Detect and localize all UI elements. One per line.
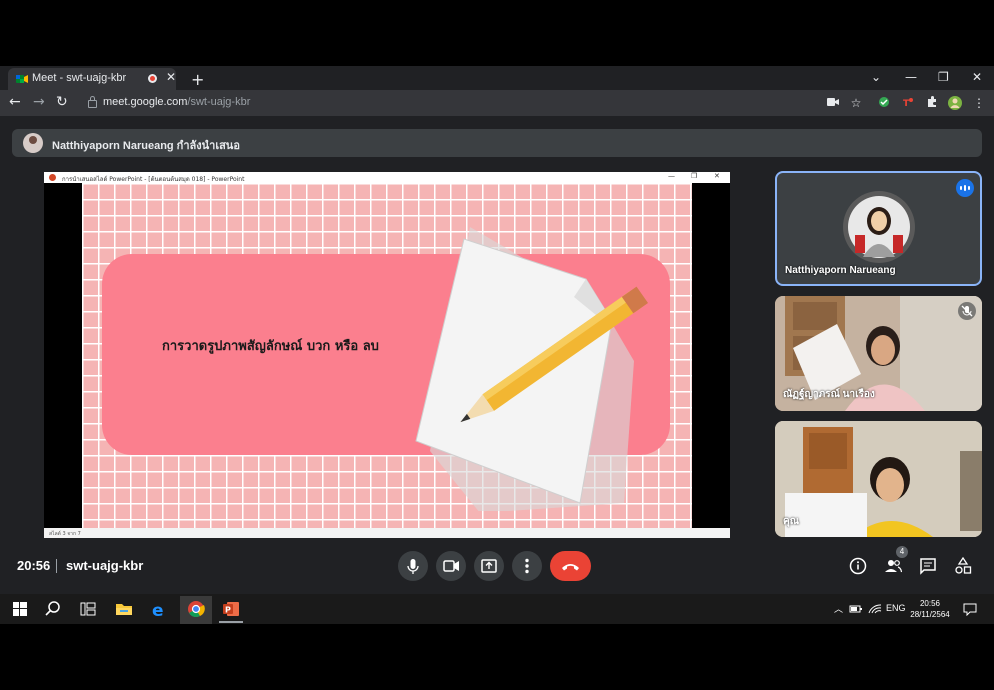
meeting-code: swt-uajg-kbr (66, 558, 144, 573)
restore-button[interactable]: ❐ (938, 70, 949, 84)
divider (56, 559, 57, 573)
tab-meet[interactable]: Meet - swt-uajg-kbr ✕ (8, 68, 176, 90)
tab-close-icon[interactable]: ✕ (166, 70, 176, 84)
system-date: 28/11/2564 (910, 610, 950, 619)
ppt-restore-icon: ❐ (691, 172, 698, 180)
ppt-titlebar: การนำเสนอสไลด์ PowerPoint - [ต้นตอนต้นสม… (44, 172, 730, 183)
close-window-button[interactable]: ✕ (972, 70, 982, 84)
meeting-clock: 20:56 (17, 558, 51, 573)
back-icon[interactable]: ← (9, 94, 21, 110)
notifications-icon[interactable] (963, 603, 977, 616)
wifi-icon[interactable] (868, 603, 882, 615)
paper-and-pencil-illustration (415, 227, 649, 511)
new-tab-button[interactable]: + (191, 70, 204, 89)
ppt-slide-counter: สไลด์ 3 จาก 7 (49, 531, 81, 537)
chat-icon[interactable] (919, 557, 937, 575)
speaking-indicator-icon (956, 179, 974, 197)
svg-text:P: P (225, 606, 231, 615)
meeting-info-icon[interactable] (849, 557, 867, 575)
ppt-minimize-icon: — (668, 172, 675, 180)
meet-favicon-icon (16, 75, 28, 83)
camera-in-use-icon[interactable] (826, 96, 840, 110)
mic-muted-icon (958, 302, 976, 320)
profile-avatar-icon[interactable] (948, 96, 962, 110)
recording-indicator-icon (148, 74, 157, 83)
activities-icon[interactable] (954, 557, 972, 575)
minimize-button[interactable]: — (905, 70, 917, 84)
tab-title: Meet - swt-uajg-kbr (32, 72, 127, 84)
ppt-statusbar: สไลด์ 3 จาก 7 (44, 528, 730, 538)
svg-text:e: e (152, 601, 164, 621)
participant-name: คุณ (783, 516, 799, 527)
participant-tile-self[interactable]: คุณ (775, 421, 982, 537)
microphone-button[interactable] (398, 551, 428, 581)
show-hidden-icons-icon[interactable]: ︿ (834, 602, 843, 615)
microphone-icon (407, 559, 419, 574)
presenting-text: Natthiyaporn Narueang กำลังนำเสนอ (52, 140, 240, 152)
address-bar[interactable]: meet.google.com/swt-uajg-kbr (78, 93, 408, 113)
file-explorer-icon[interactable] (112, 597, 136, 621)
leave-call-button[interactable] (550, 551, 591, 581)
more-vert-icon (525, 558, 529, 574)
url-path: /swt-uajg-kbr (187, 96, 251, 108)
powerpoint-taskbar-icon[interactable]: P (219, 597, 243, 621)
search-icon[interactable] (41, 597, 65, 621)
powerpoint-icon (49, 174, 56, 181)
slide-title: การวาดรูปภาพสัญลักษณ์ บวก หรือ ลบ (162, 339, 379, 354)
browser-menu-icon[interactable]: ⋮ (972, 96, 986, 110)
system-time: 20:56 (919, 599, 941, 608)
video-camera-icon (443, 560, 459, 572)
hang-up-icon (562, 564, 579, 571)
shared-screen: การนำเสนอสไลด์ PowerPoint - [ต้นตอนต้นสม… (44, 172, 730, 538)
chrome-icon[interactable] (184, 597, 208, 621)
powerpoint-open-indicator (219, 621, 243, 623)
participant-name: ณัฏฐ์ญาภรณ์ นาเรือง (783, 389, 875, 400)
camera-button[interactable] (436, 551, 466, 581)
extensions-puzzle-icon[interactable] (925, 96, 939, 110)
reload-icon[interactable]: ↻ (56, 94, 68, 110)
present-screen-icon (481, 559, 497, 573)
participant-tile-2[interactable]: ณัฏฐ์ญาภรณ์ นาเรือง (775, 296, 982, 411)
present-now-button[interactable] (474, 551, 504, 581)
slide-canvas: การวาดรูปภาพสัญลักษณ์ บวก หรือ ลบ (82, 183, 692, 528)
bookmark-star-icon[interactable]: ☆ (849, 96, 863, 110)
ppt-close-icon: ✕ (714, 172, 720, 180)
extension-red-icon[interactable]: T (901, 96, 915, 110)
presenter-avatar (23, 133, 43, 153)
more-options-button[interactable] (512, 551, 542, 581)
participant-name: Natthiyaporn Narueang (785, 265, 896, 276)
task-view-icon[interactable] (76, 597, 100, 621)
edge-browser-icon[interactable]: e (147, 597, 171, 621)
presenting-banner: Natthiyaporn Narueang กำลังนำเสนอ (12, 129, 982, 157)
svg-text:T: T (903, 99, 910, 108)
people-icon[interactable] (884, 557, 902, 575)
lock-icon (88, 96, 97, 108)
battery-icon[interactable] (849, 604, 863, 614)
extension-green-icon[interactable] (877, 96, 891, 110)
system-clock[interactable]: 20:56 28/11/2564 (905, 598, 955, 620)
participant-tile-presenter[interactable]: Natthiyaporn Narueang (775, 171, 982, 286)
presenter-avatar-photo (843, 191, 915, 263)
input-language[interactable]: ENG (886, 603, 906, 613)
participant-self-video (775, 421, 982, 537)
windows-start-icon[interactable] (8, 597, 32, 621)
forward-icon[interactable]: → (33, 94, 45, 110)
people-count-badge: 4 (896, 546, 908, 558)
url-host: meet.google.com (103, 96, 188, 108)
tab-search-icon[interactable]: ⌄ (871, 70, 881, 84)
